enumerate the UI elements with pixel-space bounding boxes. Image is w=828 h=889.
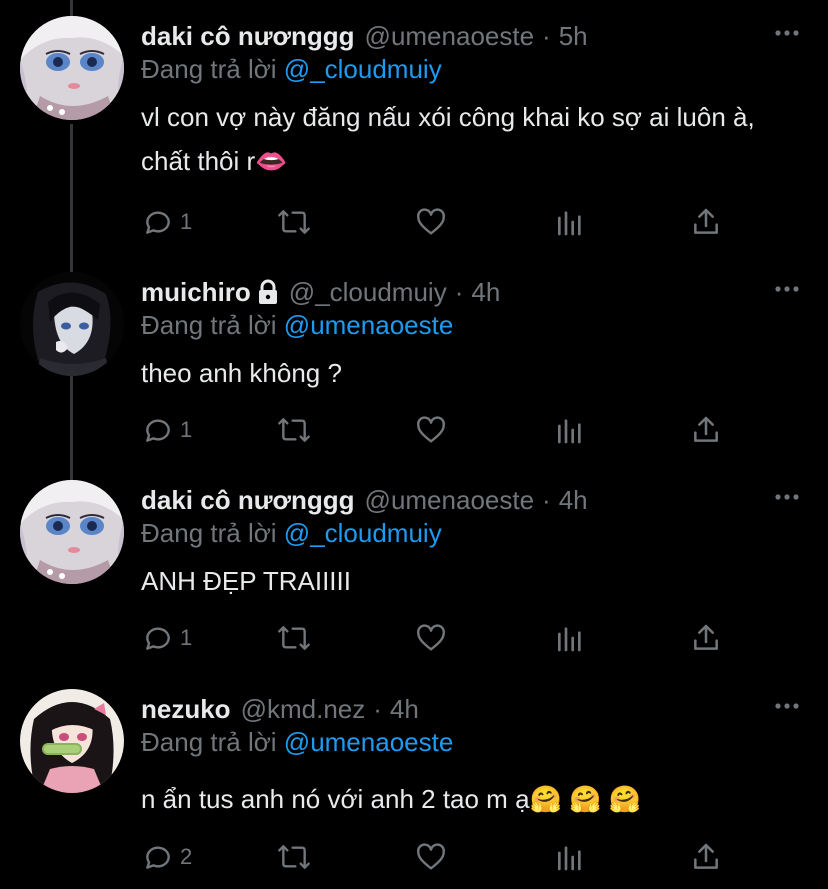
like-button[interactable] xyxy=(414,410,448,450)
share-button[interactable] xyxy=(690,837,722,877)
tweet-actions: 1 xyxy=(0,202,828,242)
avatar[interactable] xyxy=(20,689,124,793)
avatar[interactable] xyxy=(20,480,124,584)
display-name[interactable]: muichiro xyxy=(141,277,251,308)
tweet-header: muichiro @_cloudmuiy · 4h xyxy=(141,272,500,312)
tweet[interactable]: muichiro @_cloudmuiy · 4h Đang trả lời @… xyxy=(0,256,828,464)
tweet-text: ANH ĐẸP TRAIIIII xyxy=(141,566,351,596)
replying-to-line: Đang trả lời @umenaoeste xyxy=(141,727,453,758)
analytics-icon xyxy=(558,846,581,871)
share-button[interactable] xyxy=(690,202,722,242)
reply-button[interactable]: 1 xyxy=(142,202,192,242)
separator-dot: · xyxy=(373,693,382,724)
tweet-header: nezuko @kmd.nez · 4h xyxy=(141,689,419,729)
more-options-icon[interactable] xyxy=(774,699,800,713)
like-button[interactable] xyxy=(414,202,448,242)
reply-count: 1 xyxy=(180,209,193,234)
views-button[interactable] xyxy=(554,202,586,242)
reply-icon xyxy=(146,627,170,650)
separator-dot: · xyxy=(454,276,464,307)
reply-thread: daki cô nươnggg @umenaoeste · 5h Đang tr… xyxy=(0,0,828,889)
tweet-actions: 1 xyxy=(0,410,828,450)
reply-button[interactable]: 1 xyxy=(142,410,192,450)
reply-button[interactable]: 1 xyxy=(142,618,192,658)
retweet-icon xyxy=(278,210,310,234)
reply-icon xyxy=(146,211,170,234)
display-name[interactable]: nezuko xyxy=(141,694,231,725)
reply-icon xyxy=(146,419,170,442)
display-name[interactable]: daki cô nươnggg xyxy=(141,21,355,52)
lock-icon xyxy=(258,279,277,304)
timestamp[interactable]: 4h xyxy=(471,277,500,308)
replying-to-label: Đang trả lời xyxy=(141,54,277,84)
like-button[interactable] xyxy=(414,837,448,877)
retweet-button[interactable] xyxy=(276,410,312,450)
tweet-header: daki cô nươnggg @umenaoeste · 5h xyxy=(141,16,588,56)
views-button[interactable] xyxy=(554,410,586,450)
analytics-icon xyxy=(558,419,581,444)
reply-count: 1 xyxy=(180,417,193,442)
reply-icon xyxy=(146,846,170,869)
display-name[interactable]: daki cô nươnggg xyxy=(141,485,355,516)
tweet-actions: 1 xyxy=(0,618,828,658)
separator-dot: · xyxy=(542,20,551,51)
tweet-actions: 2 xyxy=(0,837,828,877)
more-options-icon[interactable] xyxy=(774,26,800,40)
replying-to-label: Đang trả lời xyxy=(141,310,277,340)
user-handle[interactable]: @kmd.nez xyxy=(241,694,366,725)
retweet-button[interactable] xyxy=(276,618,312,658)
share-icon xyxy=(694,624,718,650)
tweet[interactable]: nezuko @kmd.nez · 4h Đang trả lời @umena… xyxy=(0,673,828,889)
reply-button[interactable]: 2 xyxy=(142,837,192,877)
heart-icon xyxy=(417,843,445,870)
replying-to-handle[interactable]: @umenaoeste xyxy=(284,310,454,340)
user-handle[interactable]: @_cloudmuiy xyxy=(289,277,447,308)
tweet-text: vl con vợ này đăng nấu xói công khai ko … xyxy=(141,102,755,176)
replying-to-label: Đang trả lời xyxy=(141,727,277,757)
share-icon xyxy=(694,416,718,442)
tweet-text: theo anh không ? xyxy=(141,358,342,388)
more-options-icon[interactable] xyxy=(774,490,800,504)
views-button[interactable] xyxy=(554,837,586,877)
analytics-icon xyxy=(558,627,581,652)
user-handle[interactable]: @umenaoeste xyxy=(365,21,535,52)
heart-icon xyxy=(417,416,445,443)
retweet-button[interactable] xyxy=(276,837,312,877)
avatar[interactable] xyxy=(20,16,124,120)
analytics-icon xyxy=(558,211,581,236)
replying-to-handle[interactable]: @_cloudmuiy xyxy=(284,518,442,548)
retweet-icon xyxy=(278,418,310,442)
replying-to-line: Đang trả lời @_cloudmuiy xyxy=(141,518,442,549)
replying-to-line: Đang trả lời @umenaoeste xyxy=(141,310,453,341)
share-button[interactable] xyxy=(690,410,722,450)
timestamp[interactable]: 4h xyxy=(390,694,419,725)
share-icon xyxy=(694,208,718,234)
timestamp[interactable]: 4h xyxy=(559,485,588,516)
retweet-icon xyxy=(278,845,310,869)
retweet-button[interactable] xyxy=(276,202,312,242)
views-button[interactable] xyxy=(554,618,586,658)
replying-to-label: Đang trả lời xyxy=(141,518,277,548)
reply-count: 2 xyxy=(180,844,193,869)
replying-to-line: Đang trả lời @_cloudmuiy xyxy=(141,54,442,85)
more-options-icon[interactable] xyxy=(774,282,800,296)
heart-icon xyxy=(417,624,445,651)
reply-count: 1 xyxy=(180,625,193,650)
like-button[interactable] xyxy=(414,618,448,658)
timestamp[interactable]: 5h xyxy=(559,21,588,52)
tweet-header: daki cô nươnggg @umenaoeste · 4h xyxy=(141,480,588,520)
avatar[interactable] xyxy=(20,272,124,376)
tweet-text: n ẩn tus anh nó với anh 2 tao m ạ🤗 🤗 🤗 xyxy=(141,784,642,814)
retweet-icon xyxy=(278,626,310,650)
replying-to-handle[interactable]: @umenaoeste xyxy=(284,727,454,757)
user-handle[interactable]: @umenaoeste xyxy=(365,485,535,516)
tweet[interactable]: daki cô nươnggg @umenaoeste · 4h Đang tr… xyxy=(0,464,828,672)
tweet[interactable]: daki cô nươnggg @umenaoeste · 5h Đang tr… xyxy=(0,0,828,262)
replying-to-handle[interactable]: @_cloudmuiy xyxy=(284,54,442,84)
separator-dot: · xyxy=(542,484,551,515)
heart-icon xyxy=(417,208,445,235)
share-button[interactable] xyxy=(690,618,722,658)
share-icon xyxy=(694,843,718,869)
